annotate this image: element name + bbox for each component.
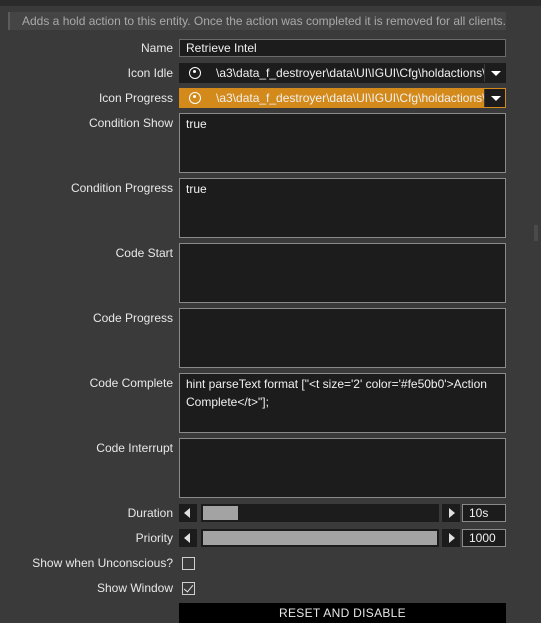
show-window-checkbox[interactable] xyxy=(182,582,195,595)
duration-slider[interactable] xyxy=(201,504,439,522)
code-complete-label: Code Complete xyxy=(89,376,173,390)
code-progress-label: Code Progress xyxy=(92,311,173,325)
top-edge xyxy=(0,0,541,6)
name-field[interactable]: Retrieve Intel xyxy=(179,39,506,57)
icon-progress-value: \a3\data_f_destroyer\data\UI\IGUI\Cfg\ho… xyxy=(216,91,484,105)
icon-progress-label: Icon Progress xyxy=(98,91,173,105)
user-circle-icon xyxy=(189,67,201,79)
show-window-label: Show Window xyxy=(96,581,173,595)
icon-idle-value: \a3\data_f_destroyer\data\UI\IGUI\Cfg\ho… xyxy=(216,66,484,80)
code-interrupt-label: Code Interrupt xyxy=(96,441,173,455)
name-label: Name xyxy=(140,41,173,55)
code-start-field[interactable] xyxy=(179,243,506,303)
code-complete-field[interactable]: hint parseText format ["<t size='2' colo… xyxy=(179,373,506,433)
chevron-down-icon[interactable] xyxy=(484,89,505,107)
user-circle-icon xyxy=(189,92,201,104)
priority-value[interactable]: 1000 xyxy=(462,529,506,547)
chevron-down-icon[interactable] xyxy=(484,64,505,82)
priority-slider[interactable] xyxy=(201,529,439,547)
duration-value[interactable]: 10s xyxy=(462,504,506,522)
priority-decrease-arrow-icon[interactable] xyxy=(179,529,197,547)
code-start-label: Code Start xyxy=(115,246,173,260)
show-unconscious-checkbox[interactable] xyxy=(182,557,195,570)
icon-idle-label: Icon Idle xyxy=(127,66,173,80)
code-interrupt-field[interactable] xyxy=(179,438,506,498)
priority-label: Priority xyxy=(135,531,173,545)
condition-show-label: Condition Show xyxy=(88,116,173,130)
duration-slider-handle[interactable] xyxy=(203,506,238,520)
condition-progress-field[interactable]: true xyxy=(179,178,506,238)
duration-decrease-arrow-icon[interactable] xyxy=(179,504,197,522)
duration-increase-arrow-icon[interactable] xyxy=(442,504,460,522)
reset-and-disable-button[interactable]: RESET AND DISABLE xyxy=(179,603,506,623)
duration-label: Duration xyxy=(127,506,173,520)
code-progress-field[interactable] xyxy=(179,308,506,368)
show-unconscious-label: Show when Unconscious? xyxy=(32,556,173,570)
condition-show-field[interactable]: true xyxy=(179,113,506,173)
priority-increase-arrow-icon[interactable] xyxy=(442,529,460,547)
description-text: Adds a hold action to this entity. Once … xyxy=(8,12,506,30)
icon-progress-select[interactable]: \a3\data_f_destroyer\data\UI\IGUI\Cfg\ho… xyxy=(179,88,506,108)
scrollbar-thumb[interactable] xyxy=(534,225,538,241)
icon-idle-select[interactable]: \a3\data_f_destroyer\data\UI\IGUI\Cfg\ho… xyxy=(179,63,506,83)
condition-progress-label: Condition Progress xyxy=(70,181,173,195)
priority-slider-handle[interactable] xyxy=(203,531,437,545)
